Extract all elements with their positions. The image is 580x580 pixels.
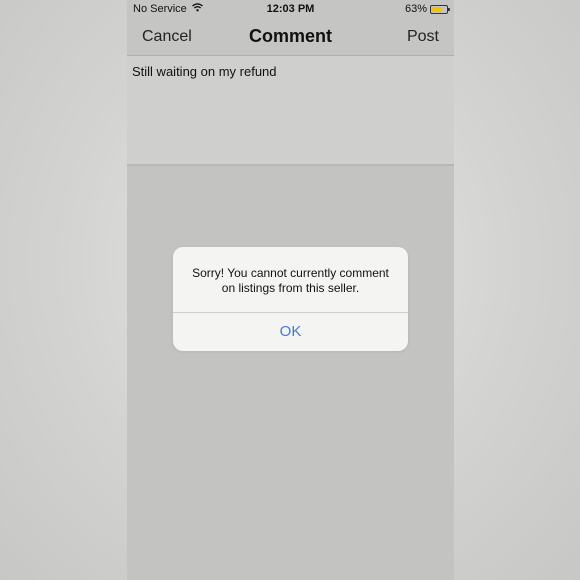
page-title: Comment (248, 26, 332, 46)
alert-message-line-2: on listings from this seller. (221, 281, 360, 295)
comment-text-area[interactable]: Still waiting on my refund (127, 56, 454, 166)
navigation-bar: Cancel Comment Post (127, 18, 454, 56)
alert-dialog: Sorry! You cannot currently comment on l… (173, 247, 408, 351)
alert-message-line-1: Sorry! You cannot currently comment (192, 266, 389, 280)
alert-message: Sorry! You cannot currently comment on l… (183, 266, 398, 296)
battery-fill (432, 6, 441, 12)
status-right: 63% (404, 3, 450, 15)
comment-text: Still waiting on my refund (132, 64, 277, 79)
dimmed-background (127, 166, 454, 580)
status-bar: No Service 12:03 PM 63% (127, 0, 454, 18)
ok-button[interactable]: OK (173, 313, 408, 351)
battery-icon (430, 4, 450, 14)
post-button[interactable]: Post (407, 28, 439, 46)
battery-percent: 63% (404, 3, 427, 15)
